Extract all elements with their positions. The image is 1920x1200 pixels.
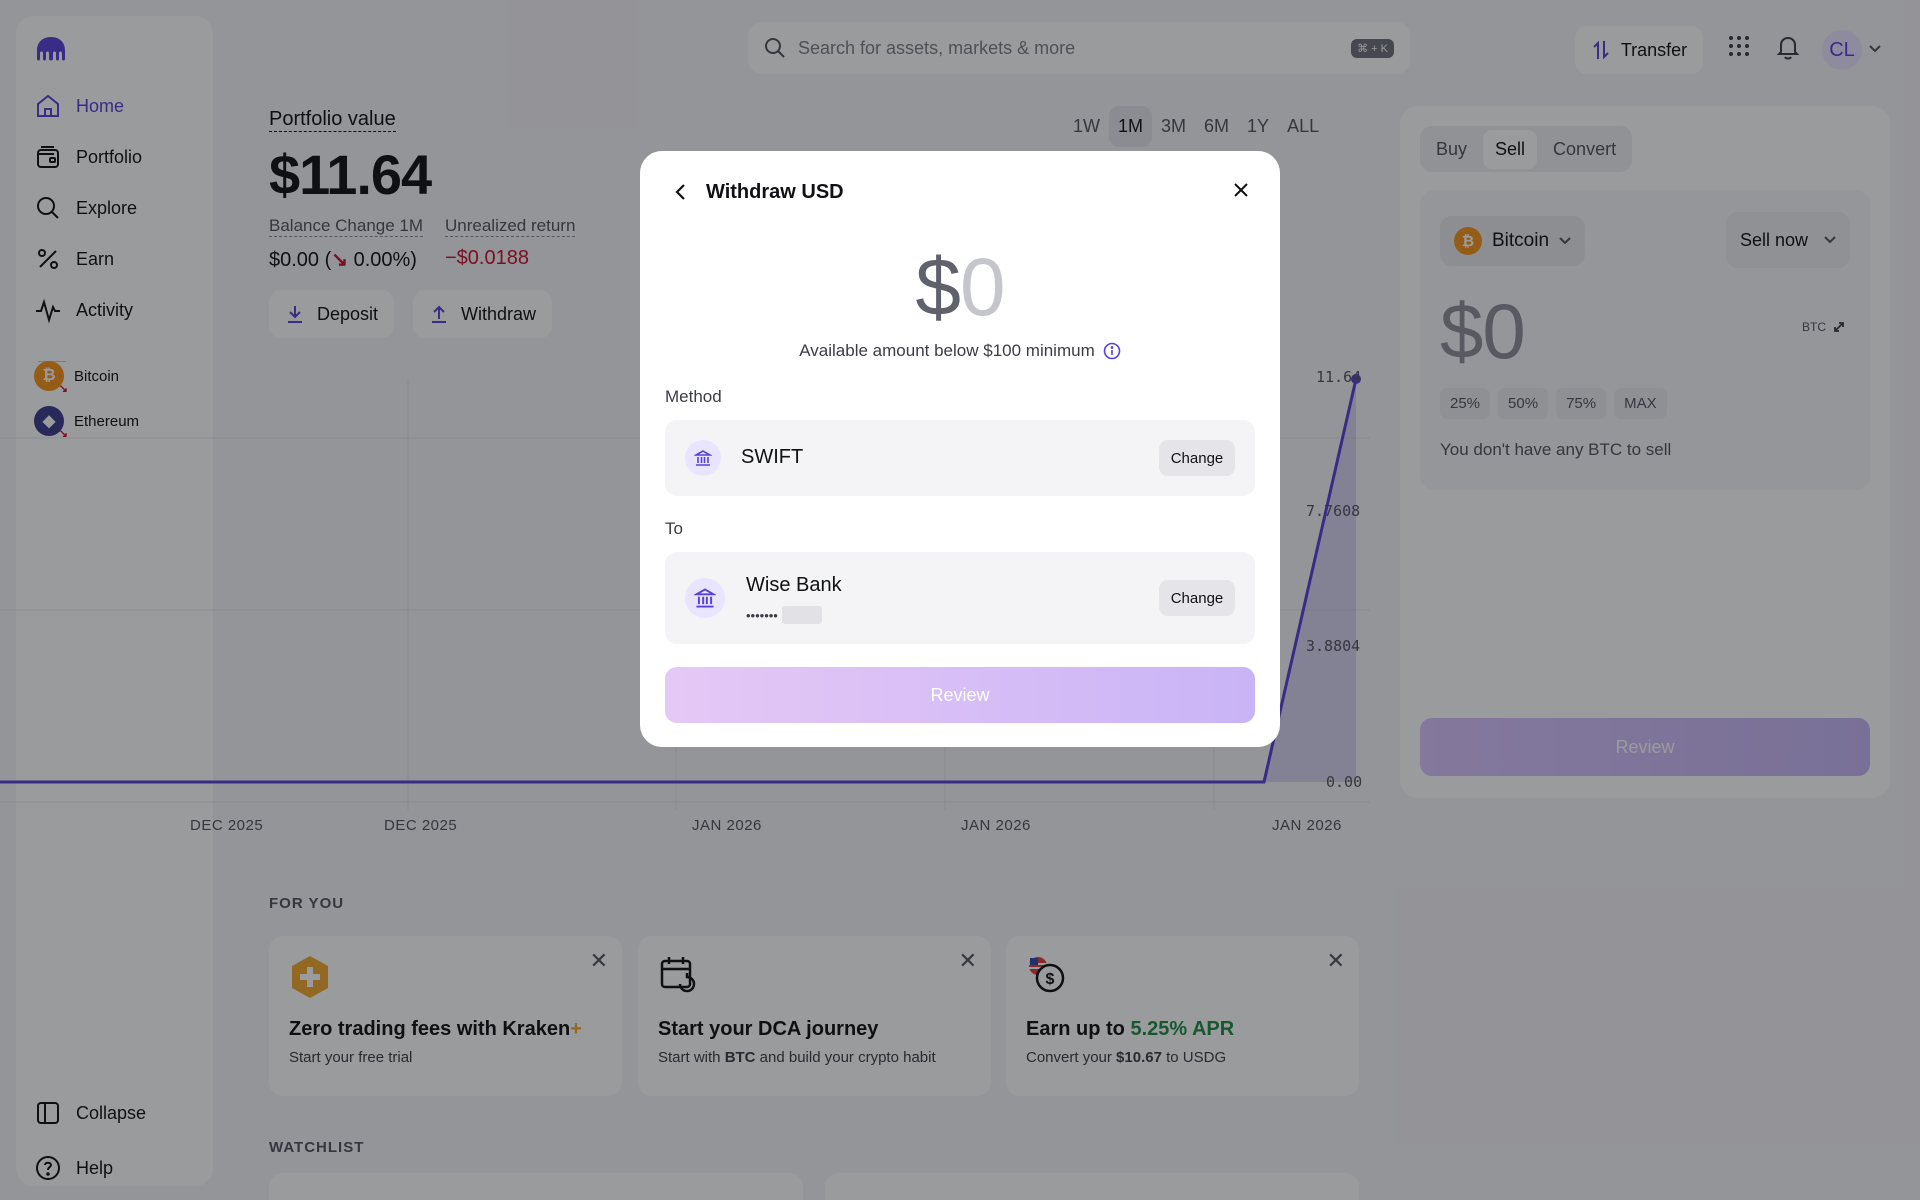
redacted-block — [781, 606, 822, 624]
method-row[interactable]: SWIFT Change — [665, 420, 1255, 496]
modal-title: Withdraw USD — [706, 181, 844, 203]
destination-row[interactable]: Wise Bank ••••••• Change — [665, 552, 1255, 644]
method-label: Method — [665, 387, 722, 406]
back-icon[interactable] — [672, 181, 690, 203]
review-button[interactable]: Review — [665, 667, 1255, 723]
info-icon[interactable] — [1103, 342, 1121, 360]
close-icon[interactable] — [1232, 181, 1250, 199]
withdraw-modal: Withdraw USD $0 Available amount below $… — [640, 151, 1280, 747]
bank-name: Wise Bank — [746, 574, 842, 596]
to-label: To — [665, 519, 683, 538]
bank-icon — [685, 440, 721, 476]
method-value: SWIFT — [741, 446, 804, 468]
change-method-button[interactable]: Change — [1159, 440, 1235, 476]
bank-icon — [685, 578, 725, 618]
change-destination-button[interactable]: Change — [1159, 580, 1235, 616]
account-number-masked: ••••••• — [746, 606, 822, 624]
available-amount-text: Available amount below $100 minimum — [640, 341, 1280, 361]
withdraw-amount-input[interactable]: $0 — [640, 241, 1280, 335]
